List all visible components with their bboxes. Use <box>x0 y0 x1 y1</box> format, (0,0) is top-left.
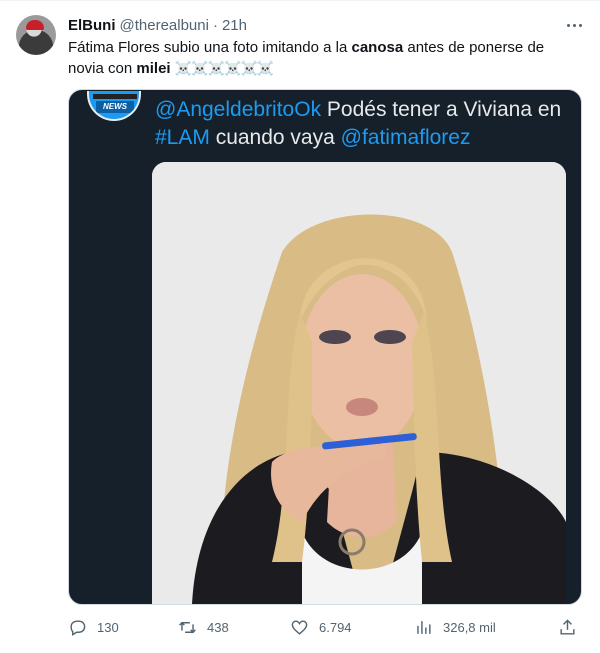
tweet-text-bold: milei <box>136 60 171 77</box>
reply-icon <box>70 619 86 636</box>
quoted-avatar: NEWS <box>87 91 141 121</box>
tweet-actions: 130 438 6.794 326,8 mil <box>68 613 580 641</box>
tweet-timestamp[interactable]: 21h <box>222 17 247 34</box>
portrait-illustration <box>152 162 566 604</box>
reply-button[interactable]: 130 <box>68 613 119 641</box>
like-button[interactable]: 6.794 <box>290 613 352 641</box>
retweet-count: 438 <box>207 619 229 635</box>
skull-emoji: ☠️☠️☠️☠️☠️☠️ <box>174 60 275 76</box>
more-options-button[interactable] <box>560 11 588 39</box>
retweet-icon <box>179 621 196 633</box>
more-dots-icon <box>566 23 570 27</box>
quoted-text-part: Podés tener a Viviana en <box>321 98 562 121</box>
hashtag-link[interactable]: #LAM <box>155 126 210 149</box>
tweet-header: ElBuni @therealbuni · 21h <box>68 15 247 35</box>
tweet-text-bold: canosa <box>351 39 404 56</box>
like-count: 6.794 <box>319 619 352 635</box>
mention-link[interactable]: @AngeldebritoOk <box>155 98 321 121</box>
author-display-name[interactable]: ElBuni <box>68 17 116 34</box>
author-avatar[interactable] <box>16 15 56 55</box>
share-button[interactable] <box>558 613 577 641</box>
quoted-tweet-text: @AngeldebritoOk Podés tener a Viviana en… <box>155 96 575 152</box>
mention-link[interactable]: @fatimaflorez <box>341 126 471 149</box>
heart-icon <box>291 619 308 635</box>
retweet-button[interactable]: 438 <box>178 613 229 641</box>
tweet-text: Fátima Flores subio una foto imitando a … <box>68 38 568 79</box>
tweet-media-image[interactable]: NEWS @AngeldebritoOk Podés tener a Vivia… <box>68 89 582 605</box>
author-handle[interactable]: @therealbuni <box>120 17 209 34</box>
views-button[interactable]: 326,8 mil <box>414 613 496 641</box>
share-icon <box>560 618 575 635</box>
news-badge: NEWS <box>96 101 134 113</box>
reply-count: 130 <box>97 619 119 635</box>
tweet-card[interactable]: ElBuni @therealbuni · 21h Fátima Flores … <box>0 0 600 653</box>
views-chart-icon <box>417 620 431 634</box>
quoted-photo[interactable] <box>152 162 566 604</box>
quoted-text-part: cuando vaya <box>209 126 341 149</box>
views-count: 326,8 mil <box>443 619 496 635</box>
tweet-text-part: Fátima Flores subio una foto imitando a … <box>68 39 352 56</box>
header-separator: · <box>212 16 218 34</box>
